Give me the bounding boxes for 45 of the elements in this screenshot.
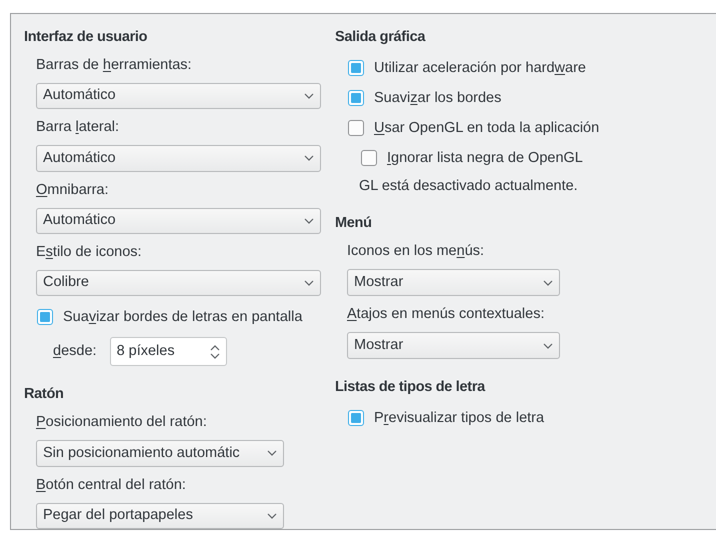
checkbox[interactable] xyxy=(348,60,364,76)
checkbox[interactable] xyxy=(37,309,53,326)
dropdown[interactable]: Sin posicionamiento automátic xyxy=(36,440,284,467)
field-label: desde: xyxy=(53,342,97,361)
checkbox-label: Suavizar bordes de letras en pantalla xyxy=(63,308,302,326)
field-label: Iconos en los menús: xyxy=(347,242,486,260)
chevron-down-icon xyxy=(543,280,553,286)
field-label: Atajos en menús contextuales: xyxy=(347,305,546,323)
section-heading: Interfaz de usuario xyxy=(24,28,148,47)
dropdown[interactable]: Colibre xyxy=(36,270,321,296)
chevron-down-icon xyxy=(543,342,553,348)
dropdown[interactable]: Mostrar xyxy=(347,332,560,359)
field-label: Omnibarra: xyxy=(36,180,110,199)
spin-box[interactable]: 8 píxeles xyxy=(110,337,227,366)
checkbox[interactable] xyxy=(348,120,364,136)
checkbox-label: Usar OpenGL en toda la aplicación xyxy=(374,119,600,137)
dropdown[interactable]: Automático xyxy=(36,208,321,234)
checkbox-label: Previsualizar tipos de letra xyxy=(374,409,544,427)
chevron-down-icon xyxy=(267,450,277,456)
field-label: Barra lateral: xyxy=(36,118,120,136)
section-heading: Menú xyxy=(335,214,373,233)
dropdown[interactable]: Automático xyxy=(36,83,321,110)
checkbox-label: Ignorar lista negra de OpenGL xyxy=(387,149,583,167)
chevron-down-icon xyxy=(267,512,277,519)
section-heading: Ratón xyxy=(24,385,65,404)
checkbox[interactable] xyxy=(348,410,364,426)
chevron-down-icon xyxy=(304,218,314,224)
status-text: GL está desactivado actualmente. xyxy=(359,177,579,195)
field-label: Estilo de iconos: xyxy=(36,242,143,261)
chevron-down-icon xyxy=(304,280,314,286)
field-label: Botón central del ratón: xyxy=(36,476,187,494)
field-label: Barras de herramientas: xyxy=(36,56,193,74)
checkbox-label: Suavizar los bordes xyxy=(374,89,502,107)
spin-arrows-icon xyxy=(210,344,220,360)
section-heading: Salida gráfica xyxy=(335,28,426,47)
dropdown[interactable]: Automático xyxy=(36,145,321,172)
checkbox[interactable] xyxy=(361,150,377,166)
dropdown[interactable]: Pegar del portapapeles xyxy=(36,502,284,529)
chevron-down-icon xyxy=(304,93,314,100)
checkbox-label: Utilizar aceleración por hardware xyxy=(374,59,586,77)
chevron-down-icon xyxy=(304,155,314,162)
field-label: Posicionamiento del ratón: xyxy=(36,413,208,432)
dropdown[interactable]: Mostrar xyxy=(347,269,560,296)
section-heading: Listas de tipos de letra xyxy=(335,378,486,397)
checkbox[interactable] xyxy=(348,90,364,106)
